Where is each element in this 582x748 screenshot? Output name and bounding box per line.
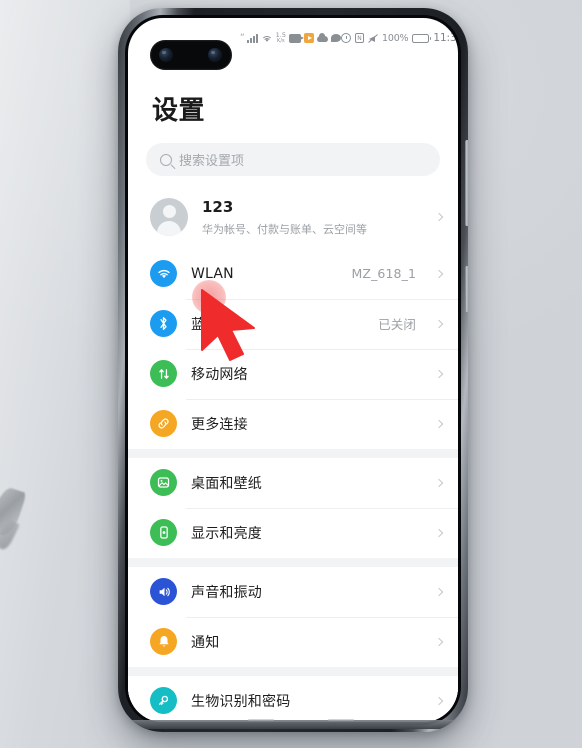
chevron-right-icon [434,478,444,487]
bell-icon [150,628,177,655]
settings-row-label: 生物识别和密码 [191,693,291,710]
status-bar-left-group: “ 1.5 K/s [240,32,342,44]
phone-bottom-edge [132,719,454,729]
speaker-grille-right [328,719,354,721]
status-quote-mark: “ [240,32,245,43]
volume-rocker-button[interactable] [465,140,468,226]
wifi-icon [261,33,273,43]
speaker-grille-left [248,719,274,721]
settings-row-label: 通知 [191,634,220,651]
account-subtitle: 华为帐号、付款与账单、云空间等 [202,222,367,236]
settings-group-sound: 声音和振动 通知 [128,566,458,667]
search-icon [160,153,172,166]
settings-group-display: 桌面和壁纸 显示和亮度 [128,457,458,558]
speaker-icon [150,578,177,605]
background-light-sheen [0,0,130,748]
link-icon [150,410,177,437]
chat-bubble-icon [331,34,342,42]
account-text-block: 123 华为帐号、付款与账单、云空间等 [202,198,422,237]
settings-row-home-screen-wallpaper[interactable]: 桌面和壁纸 [128,457,458,508]
search-placeholder: 搜索设置项 [179,154,245,169]
settings-row-notifications[interactable]: 通知 [128,616,458,667]
page-title: 设置 [128,58,458,143]
settings-row-display-brightness[interactable]: 显示和亮度 [128,507,458,558]
settings-group-connectivity: WLAN MZ_618_1 蓝牙 已关闭 移动网络 更多连接 [128,248,458,449]
settings-row-mobile-network[interactable]: 移动网络 [128,348,458,399]
settings-row-label: 桌面和壁纸 [191,475,262,492]
chevron-right-icon [434,319,444,328]
dual-punch-hole-camera-icon [150,40,232,70]
mute-icon [368,33,378,43]
battery-full-icon [412,33,432,43]
network-speed-unit: K/s [277,37,285,44]
settings-row-value: 已关闭 [378,317,416,332]
image-icon [150,469,177,496]
settings-row-sound-vibration[interactable]: 声音和振动 [128,566,458,617]
account-name: 123 [202,198,234,216]
phone-screen: “ 1.5 K/s N 100% 11:3 设置 搜索设置项 123 华为帐号、… [128,18,458,722]
camera-lens-right-icon [208,48,222,62]
settings-row-value: MZ_618_1 [351,266,416,281]
chevron-right-icon [434,637,444,646]
settings-row-label: 更多连接 [191,416,248,433]
search-input[interactable]: 搜索设置项 [146,143,440,176]
chevron-right-icon [434,213,444,222]
group-separator [128,666,458,676]
status-bar-right-group: N 100% 11:35 [341,32,458,44]
camera-lens-left-icon [159,48,173,62]
settings-row-label: WLAN [191,265,234,282]
network-speed-indicator: 1.5 K/s [276,32,286,44]
default-avatar-icon [150,198,188,237]
search-bar-container: 搜索设置项 [128,143,458,190]
chevron-right-icon [434,587,444,596]
screen-recorder-icon [289,33,305,43]
power-button[interactable] [465,266,468,312]
nfc-icon: N [355,33,365,43]
key-icon [150,687,177,714]
wifi-icon [150,260,177,287]
settings-row-wlan[interactable]: WLAN MZ_618_1 [128,248,458,299]
chevron-right-icon [434,369,444,378]
settings-row-label: 移动网络 [191,366,248,383]
display-icon [150,519,177,546]
phone-device: “ 1.5 K/s N 100% 11:3 设置 搜索设置项 123 华为帐号、… [118,8,468,732]
cellular-signal-icon [246,33,258,43]
settings-row-label: 声音和振动 [191,584,262,601]
cloud-sync-icon [317,33,329,42]
status-bar-clock: 11:35 [433,32,458,44]
mobile-network-icon [150,360,177,387]
settings-row-bluetooth[interactable]: 蓝牙 已关闭 [128,298,458,349]
chevron-right-icon [434,696,444,705]
settings-row-more-connections[interactable]: 更多连接 [128,398,458,449]
group-separator [128,448,458,458]
chevron-right-icon [434,419,444,428]
account-row[interactable]: 123 华为帐号、付款与账单、云空间等 [128,190,458,249]
chevron-right-icon [434,528,444,537]
group-separator [128,557,458,567]
settings-row-label: 显示和亮度 [191,525,262,542]
settings-group-security: 生物识别和密码 [128,675,458,722]
settings-row-label: 蓝牙 [191,316,220,333]
bluetooth-icon [150,310,177,337]
alarm-clock-icon [341,33,352,43]
settings-row-biometrics-password[interactable]: 生物识别和密码 [128,675,458,722]
chevron-right-icon [434,269,444,278]
media-player-icon [304,33,315,43]
battery-percent-label: 100% [382,32,409,44]
settings-scroll-container[interactable]: 设置 搜索设置项 123 华为帐号、付款与账单、云空间等 WLAN MZ_618… [128,58,458,722]
